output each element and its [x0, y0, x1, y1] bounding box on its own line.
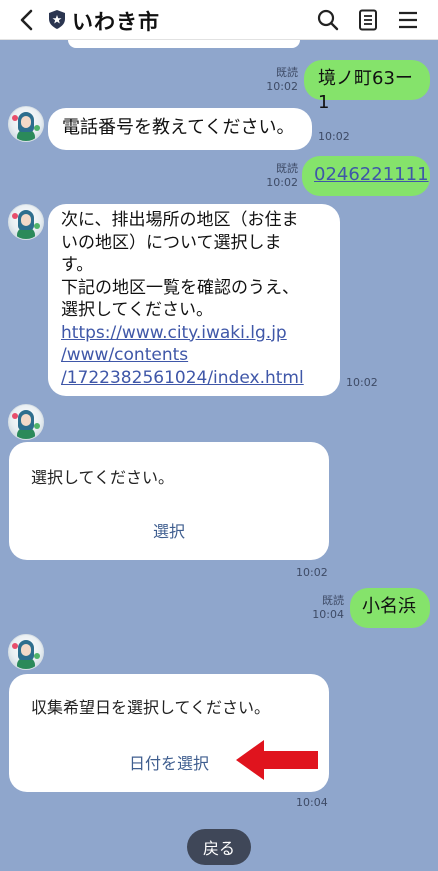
message-time: 10:02 — [346, 376, 378, 389]
back-chevron-icon[interactable] — [16, 8, 38, 32]
read-receipt: 既読 10:02 — [258, 162, 298, 190]
message-time: 10:04 — [296, 796, 328, 809]
read-label: 既読 — [276, 66, 298, 79]
back-button[interactable]: 戻る — [187, 829, 251, 865]
menu-icon[interactable] — [396, 8, 420, 32]
chat-title: いわき市 — [72, 10, 160, 34]
message-line: いの地区）について選択しま — [61, 232, 282, 253]
district-list-link[interactable]: https://www.city.iwaki.lg.jp /www/conten… — [61, 322, 328, 390]
select-district-card: 選択してください。 選択 — [9, 442, 329, 560]
outgoing-message[interactable]: 0246221111 — [302, 156, 430, 196]
outgoing-message[interactable]: 小名浜 — [350, 588, 430, 628]
read-receipt: 既読 10:02 — [258, 66, 298, 94]
red-arrow-annotation — [236, 740, 318, 780]
back-button-label: 戻る — [202, 839, 235, 858]
message-text: 小名浜 — [362, 596, 416, 617]
shield-star-icon — [49, 10, 65, 29]
bot-avatar[interactable] — [8, 404, 44, 440]
card-text: 選択してください。 — [31, 468, 175, 487]
message-text: 電話番号を教えてください。 — [62, 117, 295, 138]
message-time: 10:04 — [312, 608, 344, 621]
message-time: 10:02 — [296, 566, 328, 579]
chat-header: いわき市 — [0, 0, 438, 40]
bot-avatar[interactable] — [8, 106, 44, 142]
bot-avatar[interactable] — [8, 634, 44, 670]
outgoing-message[interactable]: 境ノ町63ー1 — [304, 60, 430, 113]
select-button[interactable]: 選択 — [9, 518, 329, 542]
incoming-message[interactable]: 次に、排出場所の地区（お住ま いの地区）について選択しま す。 下記の地区一覧を… — [48, 204, 340, 396]
read-receipt: 既読 10:04 — [304, 594, 344, 622]
link-line: /1722382561024/index.html — [61, 367, 304, 388]
read-label: 既読 — [322, 594, 344, 607]
read-label: 既読 — [276, 162, 298, 175]
bot-avatar[interactable] — [8, 204, 44, 240]
message-line: 次に、排出場所の地区（お住ま — [61, 210, 299, 230]
link-line: https://www.city.iwaki.lg.jp — [61, 322, 287, 343]
phone-link[interactable]: 0246221111 — [314, 164, 429, 185]
message-line: 下記の地区一覧を確認のうえ、 — [61, 277, 299, 298]
message-line: す。 — [61, 255, 94, 275]
card-text: 収集希望日を選択してください。 — [31, 698, 271, 717]
previous-message-bubble — [68, 40, 300, 48]
search-icon[interactable] — [316, 8, 340, 32]
message-line: 選択してください。 — [61, 300, 213, 320]
incoming-message[interactable]: 電話番号を教えてください。 — [48, 108, 312, 150]
notes-icon[interactable] — [356, 8, 380, 32]
link-line: /www/contents — [61, 345, 189, 365]
message-time: 10:02 — [266, 80, 298, 93]
message-time: 10:02 — [266, 176, 298, 189]
message-time: 10:02 — [318, 130, 350, 143]
message-text: 境ノ町63ー1 — [318, 68, 413, 113]
